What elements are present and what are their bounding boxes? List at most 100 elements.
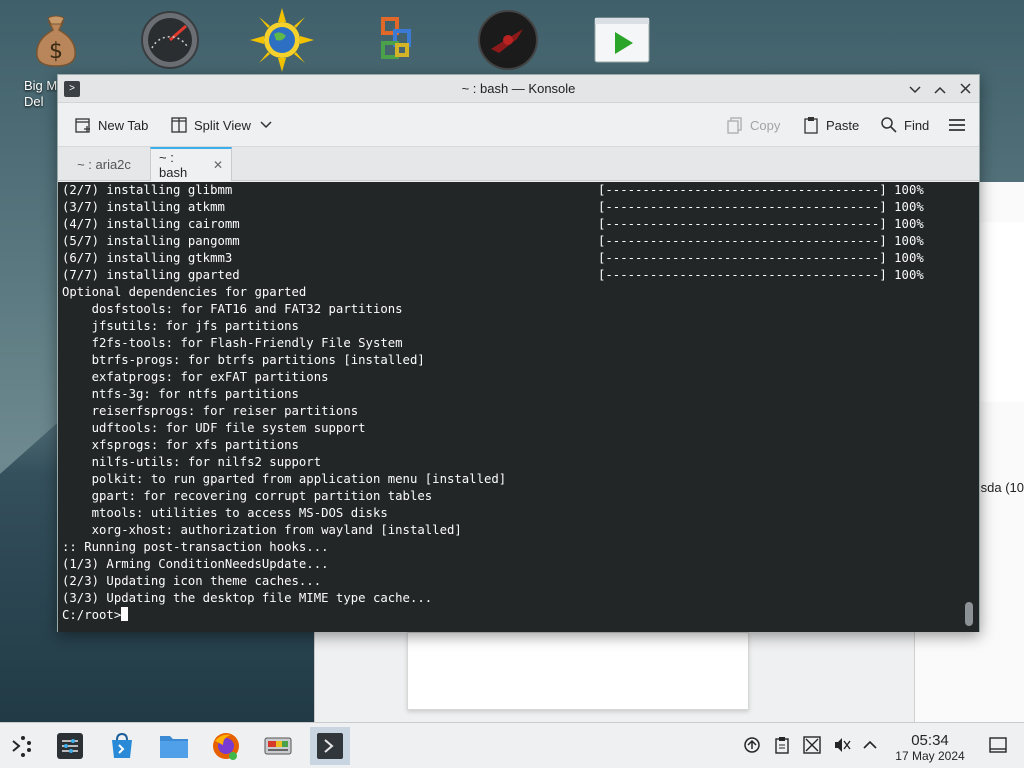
- updates-icon[interactable]: [742, 735, 762, 755]
- tab-label: ~ : aria2c: [77, 156, 131, 172]
- media-player-icon[interactable]: [590, 8, 654, 72]
- paste-label: Paste: [826, 117, 860, 133]
- clock-date: 17 May 2024: [895, 749, 965, 763]
- svg-text:$: $: [49, 39, 63, 64]
- terminal-line: polkit: to run gparted from application …: [62, 472, 507, 486]
- find-button[interactable]: Find: [880, 114, 929, 136]
- terminal-area[interactable]: (2/7) installing glibmm (3/7) installing …: [58, 182, 979, 632]
- terminal-line: (2/3) Updating icon theme caches...: [62, 574, 322, 588]
- search-icon: [880, 116, 898, 134]
- volume-muted-icon[interactable]: [832, 735, 852, 755]
- disk-usage-gauge-icon[interactable]: [138, 8, 202, 72]
- copy-icon: [726, 116, 744, 134]
- new-tab-button[interactable]: New Tab: [74, 114, 148, 136]
- find-label: Find: [904, 117, 930, 133]
- clock-time: 05:34: [911, 732, 949, 749]
- terminal-line: xorg-xhost: authorization from wayland […: [62, 523, 462, 537]
- chevron-up-icon: [934, 86, 946, 94]
- money-bag-icon[interactable]: $: [24, 8, 88, 72]
- hamburger-menu-icon: [948, 116, 966, 134]
- terminal-line: dosfstools: for FAT16 and FAT32 partitio…: [62, 302, 403, 316]
- text-cursor: [121, 607, 129, 621]
- terminal-line: (7/7) installing gparted: [62, 268, 240, 282]
- split-view-icon: [170, 116, 188, 134]
- application-launcher[interactable]: [2, 727, 42, 765]
- progress-line: [-------------------------------------] …: [598, 200, 924, 214]
- task-gparted[interactable]: [258, 727, 298, 765]
- tab-bar: ~ : aria2c ~ : bash ✕: [58, 147, 979, 181]
- terminal-line: ntfs-3g: for ntfs partitions: [62, 387, 299, 401]
- title-bar[interactable]: > ~ : bash — Konsole: [58, 75, 979, 103]
- terminal-line: btrfs-progs: for btrfs partitions [insta…: [62, 353, 425, 367]
- task-files[interactable]: [154, 727, 194, 765]
- background-dialog-card: [407, 632, 749, 710]
- office-suite-icon[interactable]: [364, 8, 428, 72]
- minimize-button[interactable]: [905, 79, 925, 99]
- terminal-line: jfsutils: for jfs partitions: [62, 319, 299, 333]
- maximize-button[interactable]: [930, 79, 950, 99]
- terminal-line: (5/7) installing pangomm: [62, 234, 240, 248]
- task-firefox[interactable]: [206, 727, 246, 765]
- main-menu-button[interactable]: [948, 114, 966, 136]
- terminal-line: exfatprogs: for exFAT partitions: [62, 370, 329, 384]
- chevron-up-icon[interactable]: [860, 735, 880, 755]
- red-compass-icon[interactable]: [476, 8, 540, 72]
- launcher-icon: [12, 736, 31, 757]
- konsole-window: > ~ : bash — Konsole New Tab Split View …: [57, 74, 980, 632]
- split-view-label: Split View: [194, 117, 251, 133]
- hard-disk-icon: [264, 737, 292, 755]
- progress-line: [-------------------------------------] …: [598, 183, 924, 197]
- terminal-line: f2fs-tools: for Flash-Friendly File Syst…: [62, 336, 403, 350]
- paste-button[interactable]: Paste: [802, 114, 859, 136]
- settings-icon: [57, 733, 83, 759]
- toolbar: New Tab Split View Copy Paste Find: [58, 103, 979, 147]
- paste-icon: [802, 116, 820, 134]
- terminal-line: nilfs-utils: for nilfs2 support: [62, 455, 322, 469]
- folder-icon: [160, 736, 188, 758]
- terminal-line: (2/7) installing glibmm: [62, 183, 233, 197]
- progress-output: [-------------------------------------] …: [598, 182, 924, 284]
- show-desktop-icon[interactable]: [988, 735, 1008, 755]
- terminal-line: reiserfsprogs: for reiser partitions: [62, 404, 359, 418]
- chevron-down-icon: [257, 116, 275, 134]
- shopping-bag-icon: [112, 732, 132, 758]
- progress-line: [-------------------------------------] …: [598, 217, 924, 231]
- terminal-line: (3/7) installing atkmm: [62, 200, 225, 214]
- close-icon: [959, 83, 971, 94]
- window-title: ~ : bash — Konsole: [461, 81, 576, 96]
- tab-aria2c[interactable]: ~ : aria2c: [58, 147, 150, 181]
- terminal-line: (4/7) installing cairomm: [62, 217, 240, 231]
- terminal-line: :: Running post-transaction hooks...: [62, 540, 329, 554]
- terminal-icon: [317, 733, 343, 759]
- new-tab-icon: [74, 116, 92, 134]
- chevron-down-icon: [909, 86, 921, 94]
- progress-line: [-------------------------------------] …: [598, 268, 924, 282]
- tab-label: ~ : bash: [159, 150, 188, 180]
- clock[interactable]: 05:34 17 May 2024: [884, 732, 976, 763]
- task-settings[interactable]: [50, 727, 90, 765]
- copy-label: Copy: [750, 117, 781, 133]
- desktop-icon-label[interactable]: Big M Del: [24, 78, 57, 110]
- task-konsole[interactable]: [310, 727, 350, 765]
- tab-bash[interactable]: ~ : bash ✕: [150, 147, 232, 181]
- taskbar: 05:34 17 May 2024: [0, 722, 1024, 768]
- scrollbar-handle[interactable]: [965, 602, 973, 626]
- prompt-text: C:/root>: [62, 608, 122, 622]
- close-button[interactable]: [955, 79, 975, 99]
- terminal-line: Optional dependencies for gparted: [62, 285, 307, 299]
- task-store[interactable]: [102, 727, 142, 765]
- terminal-line: (1/3) Arming ConditionNeedsUpdate...: [62, 557, 329, 571]
- firefox-icon: [213, 733, 239, 760]
- terminal-line: xfsprogs: for xfs partitions: [62, 438, 299, 452]
- clipboard-icon[interactable]: [772, 735, 792, 755]
- new-tab-label: New Tab: [98, 117, 149, 133]
- terminal-line: (3/3) Updating the desktop file MIME typ…: [62, 591, 433, 605]
- progress-line: [-------------------------------------] …: [598, 234, 924, 248]
- partition-label: sda (10: [980, 480, 1024, 495]
- copy-button[interactable]: Copy: [726, 114, 780, 136]
- split-view-button[interactable]: Split View: [170, 114, 275, 136]
- network-disconnected-icon[interactable]: [802, 735, 822, 755]
- sun-globe-icon[interactable]: [250, 8, 314, 72]
- close-tab-icon[interactable]: ✕: [213, 158, 223, 172]
- terminal-prompt[interactable]: C:/root>: [62, 607, 506, 624]
